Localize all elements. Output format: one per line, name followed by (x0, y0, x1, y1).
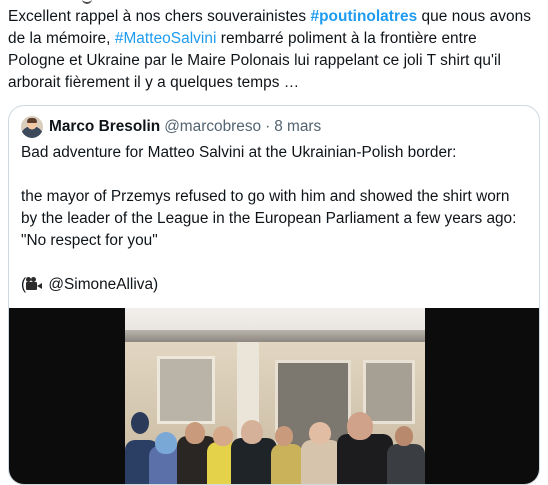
quoted-blank-line (21, 164, 529, 186)
hashtag-poutinolatres-link[interactable]: #poutinolatres (310, 8, 417, 25)
video-crowd-scene (125, 404, 425, 484)
quoted-tweet-card[interactable]: Marco Bresolin @marcobreso · 8 mars Bad … (8, 105, 540, 485)
tweet-line-4: arborait fièrement il y a quelques temps… (8, 74, 300, 91)
quoted-tweet-body: Bad adventure for Matteo Salvini at the … (21, 142, 529, 296)
tweet-line-2: de la mémoire, #MatteoSalvini rembarré p… (8, 28, 540, 50)
tweet-text-segment: que nous avons (417, 8, 531, 25)
hashtag-matteosalvini-link[interactable]: #MatteoSalvini (115, 30, 217, 47)
header-separator: · (265, 118, 271, 135)
cropped-glyph (82, 0, 92, 4)
quoted-author-name[interactable]: Marco Bresolin (49, 118, 160, 136)
credit-handle[interactable]: @SimoneAlliva) (44, 276, 158, 293)
quoted-author-handle[interactable]: @marcobreso (164, 118, 261, 136)
quoted-line-3: by the leader of the League in the Europ… (21, 210, 517, 227)
quoted-credit-line: ( @SimoneAlliva) (21, 274, 529, 296)
tweet-text: Excellent rappel à nos chers souverainis… (8, 6, 540, 94)
quoted-line-1: Bad adventure for Matteo Salvini at the … (21, 144, 457, 161)
tweet-text-segment: Excellent rappel à nos chers souverainis… (8, 8, 311, 25)
quoted-line-2: the mayor of Przemys refused to go with … (21, 188, 510, 205)
quoted-line-4: "No respect for you" (21, 232, 158, 249)
avatar[interactable] (21, 116, 43, 138)
tweet-line-3: Pologne et Ukraine par le Maire Polonais… (8, 52, 501, 69)
tweet-text-segment: de la mémoire, (8, 30, 115, 47)
tweet-text-segment: rembarré poliment à la frontière entre (216, 30, 477, 47)
video-frame[interactable] (125, 308, 425, 484)
quoted-tweet-date[interactable]: 8 mars (274, 118, 321, 136)
movie-camera-icon (26, 277, 43, 290)
video-player[interactable] (9, 308, 539, 484)
quoted-blank-line (21, 252, 529, 274)
quoted-tweet-header: Marco Bresolin @marcobreso · 8 mars (21, 116, 321, 138)
tweet-line-1: Excellent rappel à nos chers souverainis… (8, 6, 540, 28)
